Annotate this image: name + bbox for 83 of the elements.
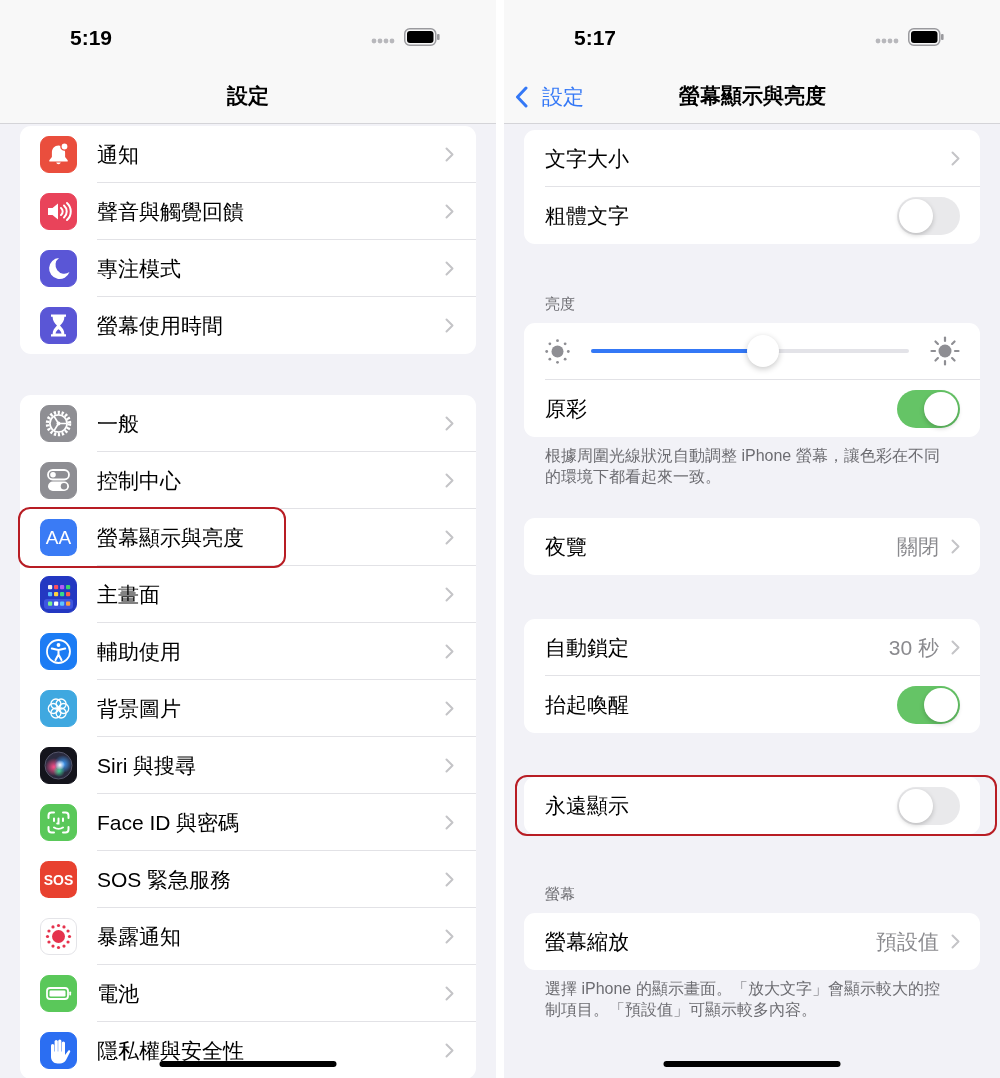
moon-icon bbox=[40, 250, 77, 287]
accessibility-icon bbox=[40, 633, 77, 670]
chevron-icon bbox=[445, 586, 454, 602]
settings-row[interactable]: 控制中心 bbox=[20, 452, 476, 509]
value-text: 關閉 bbox=[897, 536, 939, 557]
settings-row[interactable]: 暴露通知 bbox=[20, 908, 476, 965]
row-label: 永遠顯示 bbox=[545, 795, 629, 816]
exposure-icon bbox=[40, 918, 77, 955]
battery-icon bbox=[404, 28, 440, 46]
settings-row[interactable]: 螢幕使用時間 bbox=[20, 297, 476, 354]
back-button[interactable]: 設定 bbox=[515, 85, 584, 108]
battery-icon bbox=[40, 975, 77, 1012]
brightness-slider[interactable] bbox=[591, 335, 909, 367]
signal-dots-icon bbox=[371, 38, 395, 44]
chevron-icon bbox=[445, 318, 454, 333]
chevron-icon bbox=[445, 871, 454, 887]
status-time: 5:19 bbox=[70, 26, 113, 48]
row-label: 抬起喚醒 bbox=[545, 694, 629, 715]
sos-icon: SOS bbox=[40, 861, 77, 898]
settings-row[interactable]: AA 螢幕顯示與亮度 bbox=[20, 509, 476, 566]
status-time: 5:17 bbox=[574, 26, 617, 48]
hand-icon bbox=[40, 1032, 77, 1069]
app-grid-icon bbox=[40, 576, 77, 613]
settings-row[interactable]: 通知 bbox=[20, 126, 476, 183]
chevron-icon bbox=[445, 643, 454, 659]
settings-row[interactable]: 聲音與觸覺回饋 bbox=[20, 183, 476, 240]
row-label: 粗體文字 bbox=[545, 205, 629, 226]
chevron-icon bbox=[951, 639, 960, 655]
signal-dots-icon bbox=[875, 38, 899, 44]
face-id-icon bbox=[40, 804, 77, 841]
hourglass-icon bbox=[40, 307, 77, 344]
gear-icon bbox=[40, 405, 77, 442]
settings-row[interactable]: 一般 bbox=[20, 395, 476, 452]
value-text: 30 秒 bbox=[888, 636, 939, 658]
toggle-switch[interactable] bbox=[897, 786, 960, 825]
nav-title: 螢幕顯示與亮度 bbox=[678, 86, 826, 107]
settings-row[interactable]: 文字大小 bbox=[524, 130, 980, 187]
section-header: 螢幕 bbox=[545, 884, 575, 904]
chevron-icon bbox=[445, 928, 454, 944]
chevron-icon bbox=[445, 260, 454, 276]
settings-row[interactable]: 自動鎖定 30 秒 bbox=[524, 619, 980, 676]
nav-title: 設定 bbox=[227, 86, 269, 107]
bright-sun-icon bbox=[930, 336, 960, 366]
settings-row[interactable]: 螢幕縮放 預設值 bbox=[524, 913, 980, 970]
settings-row[interactable]: 主畫面 bbox=[20, 566, 476, 623]
chevron-icon bbox=[445, 700, 454, 716]
bell-icon bbox=[40, 136, 77, 173]
toggle-switch[interactable] bbox=[897, 389, 960, 428]
back-chevron-icon bbox=[515, 85, 528, 108]
settings-row[interactable]: Face ID 與密碼 bbox=[20, 794, 476, 851]
settings-row[interactable]: 專注模式 bbox=[20, 240, 476, 297]
flower-icon bbox=[40, 690, 77, 727]
chevron-icon bbox=[445, 529, 454, 545]
speaker-icon bbox=[40, 193, 77, 230]
settings-row[interactable]: 電池 bbox=[20, 965, 476, 1022]
chevron-icon bbox=[445, 814, 454, 830]
chevron-icon bbox=[445, 203, 454, 219]
settings-row[interactable]: 背景圖片 bbox=[20, 680, 476, 737]
settings-row[interactable]: 輔助使用 bbox=[20, 623, 476, 680]
toggle-switch[interactable] bbox=[897, 196, 960, 235]
row-label: 原彩 bbox=[545, 398, 587, 419]
toggle-switch[interactable] bbox=[897, 685, 960, 724]
chevron-icon bbox=[951, 150, 960, 166]
settings-row[interactable]: 夜覽 關閉 bbox=[524, 518, 980, 575]
dim-sun-icon bbox=[545, 338, 570, 364]
chevron-icon bbox=[951, 539, 960, 554]
section-footer: 根據周圍光線狀況自動調整 iPhone 螢幕，讓色彩在不同的環境下都看起來一致。 bbox=[545, 445, 947, 487]
chevron-icon bbox=[951, 934, 960, 949]
chevron-icon bbox=[445, 985, 454, 1001]
chevron-icon bbox=[445, 472, 454, 488]
chevron-icon bbox=[445, 415, 454, 431]
settings-row[interactable]: SOS SOS 緊急服務 bbox=[20, 851, 476, 908]
section-footer: 選擇 iPhone 的顯示畫面。「放大文字」會顯示較大的控制項目。「預設值」可顯示較多內容。 bbox=[545, 978, 947, 1020]
battery-icon bbox=[908, 28, 944, 46]
toggles-icon bbox=[40, 462, 77, 499]
chevron-icon bbox=[445, 757, 454, 773]
text-size-icon: AA bbox=[40, 519, 77, 556]
settings-row[interactable]: Siri 與搜尋 bbox=[20, 737, 476, 794]
siri-orb-icon bbox=[40, 747, 77, 784]
value-text: 預設值 bbox=[876, 931, 939, 952]
section-header: 亮度 bbox=[545, 294, 575, 314]
chevron-icon bbox=[445, 146, 454, 162]
chevron-icon bbox=[445, 1043, 454, 1058]
